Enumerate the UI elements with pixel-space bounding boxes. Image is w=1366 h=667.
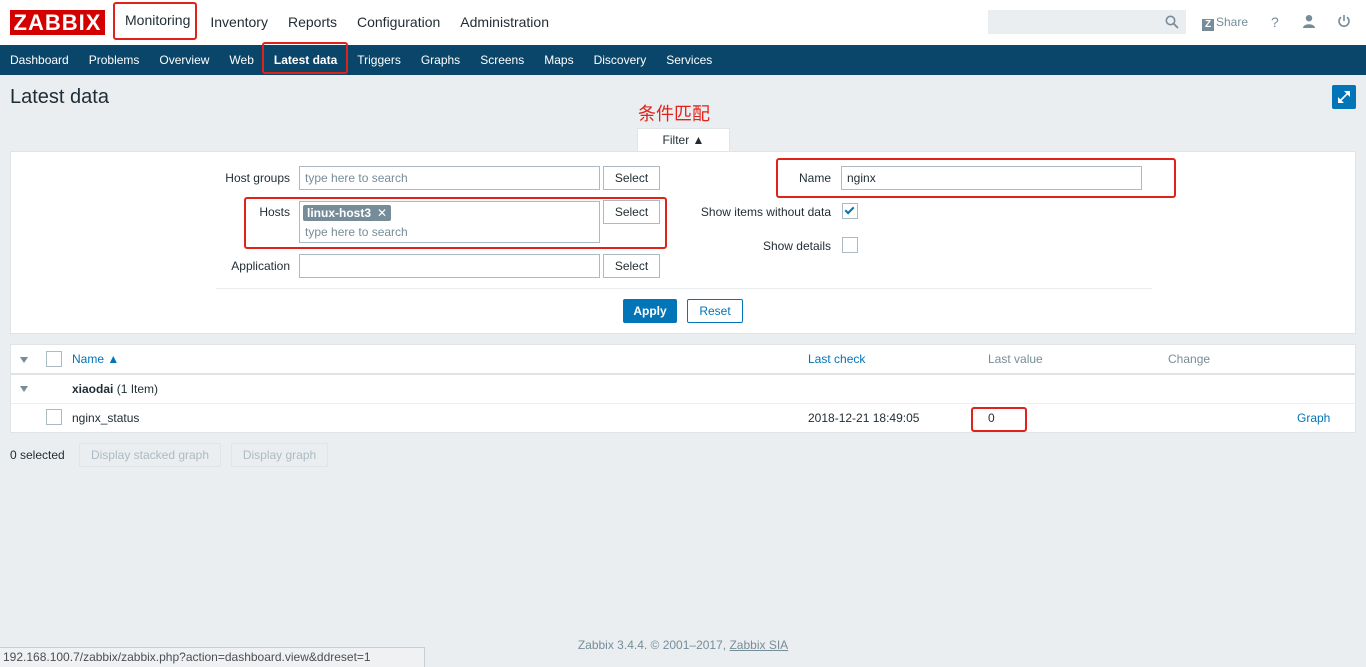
annotation-condition-match: 条件匹配 (638, 104, 710, 125)
reset-button[interactable]: Reset (687, 299, 743, 323)
sub-nav: Dashboard Problems Overview Web Latest d… (0, 45, 1366, 75)
group-header: xiaodai (1 Item) (72, 382, 158, 396)
filter-divider (216, 288, 1152, 289)
item-name: nginx_status (72, 411, 140, 425)
fullscreen-icon (1338, 91, 1350, 103)
nav-configuration[interactable]: Configuration (347, 0, 450, 45)
subnav-overview[interactable]: Overview (149, 45, 219, 75)
nav-inventory[interactable]: Inventory (200, 0, 278, 45)
host-groups-select-button[interactable]: Select (603, 166, 660, 190)
item-last-check: 2018-12-21 18:49:05 (808, 411, 920, 425)
nav-monitoring[interactable]: Monitoring (115, 0, 200, 45)
column-last-check[interactable]: Last check (808, 352, 865, 366)
share-button[interactable]: Z Share (1202, 0, 1248, 45)
hosts-select-button[interactable]: Select (603, 200, 660, 224)
search-icon[interactable] (1165, 15, 1179, 29)
subnav-problems[interactable]: Problems (79, 45, 150, 75)
browser-status-bar: 192.168.100.7/zabbix/zabbix.php?action=d… (0, 647, 425, 667)
show-items-without-data-checkbox[interactable] (842, 203, 858, 219)
subnav-triggers[interactable]: Triggers (347, 45, 411, 75)
item-last-value: 0 (988, 411, 995, 425)
checkmark-icon (844, 204, 855, 215)
application-label: Application (231, 259, 290, 273)
group-name: xiaodai (72, 382, 114, 396)
collapse-group-icon[interactable] (20, 386, 28, 392)
sign-out-icon[interactable] (1337, 0, 1351, 45)
subnav-screens[interactable]: Screens (470, 45, 534, 75)
user-profile-icon[interactable] (1302, 0, 1316, 45)
selected-count: 0 selected (10, 448, 65, 462)
row-checkbox[interactable] (46, 409, 62, 425)
table-header: Name ▲ Last check Last value Change (11, 345, 1355, 375)
select-all-checkbox[interactable] (46, 351, 62, 367)
hosts-multiselect[interactable]: linux-host3 ✕ type here to search (299, 201, 600, 243)
latest-data-table: Name ▲ Last check Last value Change xiao… (10, 344, 1356, 433)
subnav-maps[interactable]: Maps (534, 45, 583, 75)
hosts-search-input[interactable]: type here to search (305, 225, 408, 239)
search-input[interactable] (988, 10, 1186, 34)
name-label: Name (798, 171, 831, 185)
host-groups-input[interactable]: type here to search (299, 166, 600, 190)
show-details-label: Show details (762, 239, 831, 253)
column-last-value: Last value (988, 352, 1043, 366)
remove-host-icon[interactable]: ✕ (377, 206, 387, 220)
subnav-latest-data[interactable]: Latest data (263, 45, 348, 75)
subnav-graphs[interactable]: Graphs (411, 45, 470, 75)
host-tag-label: linux-host3 (307, 206, 372, 220)
name-input[interactable]: nginx (841, 166, 1142, 190)
hosts-label: Hosts (259, 205, 290, 219)
subnav-discovery[interactable]: Discovery (584, 45, 657, 75)
host-tag: linux-host3 ✕ (303, 205, 392, 221)
display-stacked-graph-button[interactable]: Display stacked graph (79, 443, 221, 467)
nav-reports[interactable]: Reports (278, 0, 347, 45)
main-nav: Monitoring Inventory Reports Configurati… (115, 0, 559, 45)
show-details-checkbox[interactable] (842, 237, 858, 253)
page-title: Latest data (10, 86, 109, 108)
share-label: Share (1216, 15, 1249, 29)
subnav-services[interactable]: Services (656, 45, 722, 75)
application-input[interactable] (299, 254, 600, 278)
application-select-button[interactable]: Select (603, 254, 660, 278)
subnav-dashboard[interactable]: Dashboard (0, 45, 79, 75)
table-row: nginx_status 2018-12-21 18:49:05 0 Graph (11, 404, 1355, 433)
filter-toggle-tab[interactable]: Filter ▲ (637, 128, 730, 152)
fullscreen-button[interactable] (1332, 85, 1356, 109)
nav-administration[interactable]: Administration (450, 0, 559, 45)
display-graph-button[interactable]: Display graph (231, 443, 328, 467)
copyright-text: Zabbix 3.4.4. © 2001–2017, (577, 638, 727, 652)
show-items-without-data-label: Show items without data (700, 205, 831, 219)
graph-link[interactable]: Graph (1297, 411, 1330, 425)
column-name[interactable]: Name ▲ (72, 352, 119, 366)
group-count: (1 Item) (116, 382, 159, 396)
zabbix-sia-link[interactable]: Zabbix SIA (729, 638, 788, 652)
share-icon: Z (1202, 19, 1214, 31)
host-group-row: xiaodai (1 Item) (11, 375, 1355, 404)
zabbix-logo[interactable]: ZABBIX (10, 10, 105, 35)
column-change: Change (1168, 352, 1211, 366)
host-groups-label: Host groups (225, 171, 290, 185)
subnav-web[interactable]: Web (219, 45, 263, 75)
help-icon[interactable]: ? (1271, 0, 1279, 45)
apply-button[interactable]: Apply (623, 299, 677, 323)
top-bar: ZABBIX Monitoring Inventory Reports Conf… (0, 0, 1366, 45)
collapse-all-icon[interactable] (20, 357, 28, 363)
